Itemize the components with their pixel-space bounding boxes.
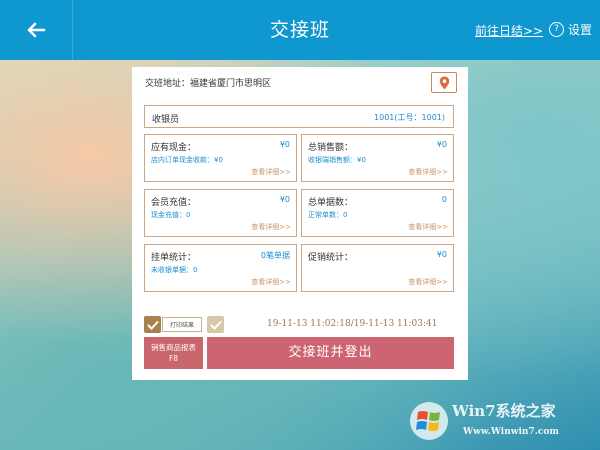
checkmark-icon	[209, 320, 222, 330]
stat-pending-orders: 挂单统计： 0笔单据 未收银单据：0 查看详细>>	[144, 244, 297, 292]
print-result-label[interactable]: 打印结果	[162, 317, 202, 332]
stat-label: 挂单统计：	[151, 253, 197, 263]
stat-total-sales: 总销售额： ¥0 收银端销售额：¥0 查看详细>>	[301, 134, 454, 182]
checkmark-icon	[146, 320, 159, 330]
view-details-link[interactable]: 查看详细>>	[408, 222, 448, 232]
handover-panel: 交班地址：福建省厦门市思明区 收银员 1001(工号：1001) 应有现金： ¥…	[132, 67, 468, 380]
watermark-url: Www.Winwin7.com	[463, 427, 559, 437]
stat-label: 应有现金：	[151, 143, 197, 153]
view-details-link[interactable]: 查看详细>>	[251, 222, 291, 232]
view-details-link[interactable]: 查看详细>>	[408, 167, 448, 177]
watermark: Win7系统之家 Www.Winwin7.com	[405, 396, 600, 450]
help-icon: ?	[549, 22, 564, 37]
windows-logo-icon	[410, 402, 448, 440]
stat-value: 0	[441, 195, 447, 204]
view-details-link[interactable]: 查看详细>>	[408, 277, 448, 287]
shift-time-range: 19-11-13 11:02:18/19-11-13 11:03:41	[267, 319, 438, 329]
settings-label: 设置	[568, 23, 593, 37]
handover-logout-button[interactable]: 交接班并登出	[207, 337, 454, 369]
stat-total-orders: 总单据数： 0 正常单数：0 查看详细>>	[301, 189, 454, 237]
settings-button[interactable]: ? 设置	[549, 21, 592, 38]
stat-label: 会员充值：	[151, 198, 197, 208]
stat-detail: 收银端销售额：¥0	[308, 156, 366, 164]
stat-detail: 店内订单现金收款：¥0	[151, 156, 223, 164]
stat-detail: 正常单数：0	[308, 211, 348, 219]
sales-report-label: 销售商品报表	[151, 343, 196, 352]
stat-detail: 现金充值：0	[151, 211, 191, 219]
stat-label: 总单据数：	[308, 198, 354, 208]
stat-cash-due: 应有现金： ¥0 店内订单现金收款：¥0 查看详细>>	[144, 134, 297, 182]
cashier-row: 收银员 1001(工号：1001)	[144, 105, 454, 128]
stat-label: 总销售额：	[308, 143, 354, 153]
stat-member-recharge: 会员充值： ¥0 现金充值：0 查看详细>>	[144, 189, 297, 237]
top-bar: 交接班 前往日结>> ? 设置	[0, 0, 600, 60]
watermark-brand: Win7系统之家	[452, 402, 556, 420]
stat-value: ¥0	[436, 250, 447, 259]
cashier-value: 1001(工号：1001)	[374, 113, 445, 122]
stat-detail: 未收银单据：0	[151, 266, 198, 274]
stat-value: ¥0	[279, 195, 290, 204]
stat-label: 促销统计：	[308, 253, 354, 263]
location-pin-icon	[439, 76, 449, 89]
stat-value: ¥0	[436, 140, 447, 149]
view-details-link[interactable]: 查看详细>>	[251, 167, 291, 177]
option-checkbox[interactable]	[207, 316, 224, 333]
stat-value: ¥0	[279, 140, 290, 149]
print-result-checkbox[interactable]	[144, 316, 161, 333]
stat-value: 0笔单据	[260, 251, 290, 260]
cashier-label: 收银员	[152, 115, 180, 125]
stat-promotions: 促销统计： ¥0 查看详细>>	[301, 244, 454, 292]
view-details-link[interactable]: 查看详细>>	[251, 277, 291, 287]
location-button[interactable]	[431, 72, 457, 93]
sales-report-button[interactable]: 销售商品报表 F8	[144, 337, 203, 369]
sales-report-shortcut: F8	[168, 354, 179, 363]
handover-address: 交班地址：福建省厦门市思明区	[145, 79, 272, 89]
daily-summary-link[interactable]: 前往日结>>	[475, 22, 543, 39]
